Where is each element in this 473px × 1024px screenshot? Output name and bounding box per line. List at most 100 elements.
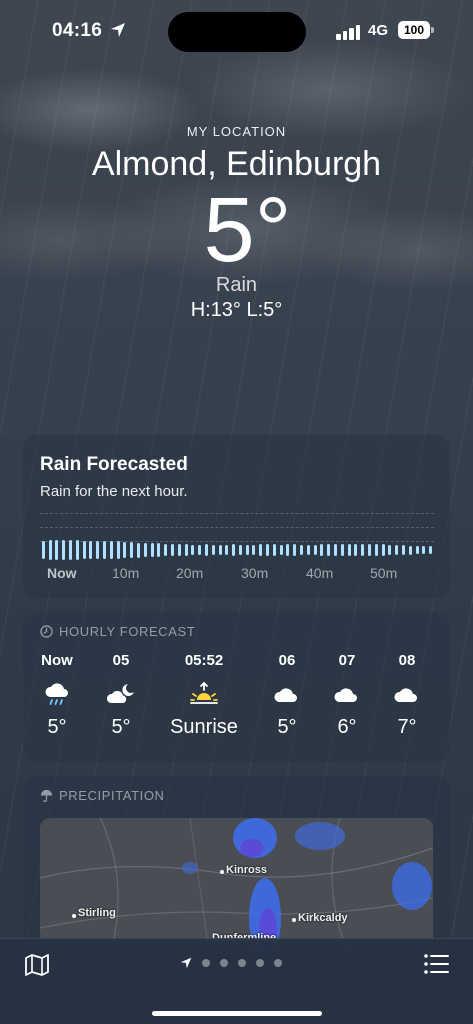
location-arrow-icon — [111, 23, 125, 37]
hourly-forecast-heading: HOURLY FORECAST — [40, 624, 195, 639]
clock-icon — [40, 625, 53, 638]
rain-intensity-bar — [259, 544, 263, 556]
rain-intensity-bar — [408, 545, 412, 555]
time-label-10m: 10m — [112, 565, 140, 581]
sunrise-icon — [190, 681, 218, 704]
rain-intensity-bar — [347, 543, 351, 557]
hour-temperature: 5° — [47, 716, 67, 738]
my-location-label: MY LOCATION — [186, 124, 287, 139]
current-temperature: 5° — [203, 179, 292, 281]
hourly-item: 05:52 Sunrise — [154, 652, 254, 739]
rain-intensity-bar — [191, 544, 195, 556]
rain-intensity-bar — [130, 542, 134, 558]
rain-intensity-bar — [266, 544, 270, 556]
rain-intensity-bar — [55, 540, 59, 560]
rain-intensity-bar — [225, 544, 229, 556]
hourly-item: 05 5° — [91, 652, 151, 739]
hour-label: 07 — [338, 652, 356, 669]
dynamic-island — [168, 12, 306, 52]
page-dot — [274, 959, 282, 967]
map-city-dot — [292, 918, 296, 922]
umbrella-icon — [40, 789, 53, 802]
rain-intensity-bar — [232, 544, 236, 556]
list-icon[interactable] — [423, 953, 449, 975]
rain-intensity-bar — [69, 540, 73, 560]
map-city-dot — [72, 914, 76, 918]
rain-intensity-bar — [252, 544, 256, 556]
condition-text: Rain — [215, 274, 258, 296]
rain-intensity-bar — [150, 543, 154, 557]
rain-intensity-bar — [198, 544, 202, 556]
rain-intensity-bar — [245, 544, 249, 556]
hourly-item: 06 5° — [257, 652, 317, 739]
rain-intensity-bar — [103, 540, 107, 560]
cloud-icon — [394, 688, 417, 702]
rain-intensity-bar — [89, 540, 93, 560]
hourly-forecast-label: HOURLY FORECAST — [59, 624, 196, 639]
home-indicator — [152, 1011, 322, 1016]
location-header: MY LOCATION Almond, Edinburgh 5° Rain H:… — [0, 124, 473, 322]
rain-intensity-bar — [204, 544, 208, 556]
map-label-kirkcaldy: Kirkcaldy — [298, 912, 348, 924]
rain-intensity-bar — [238, 544, 242, 556]
rain-intensity-bar — [327, 544, 331, 556]
sunrise-label: Sunrise — [170, 716, 238, 738]
rain-intensity-bar — [293, 544, 297, 556]
status-bar: 04:16 4G 100 — [0, 0, 473, 62]
rain-intensity-bar — [82, 540, 86, 560]
cloud-icon — [334, 688, 357, 702]
hour-label: 05:52 — [184, 652, 224, 669]
rain-intensity-bar — [177, 544, 181, 556]
rain-intensity-bar — [340, 543, 344, 557]
time-label-now: Now — [47, 565, 77, 581]
precipitation-heading: PRECIPITATION — [40, 788, 165, 803]
rain-intensity-bar — [218, 544, 222, 556]
page-indicator[interactable] — [180, 957, 282, 969]
bottom-toolbar — [0, 938, 473, 1024]
rain-intensity-bar — [62, 540, 66, 560]
rain-intensity-bar — [300, 544, 304, 556]
hour-label: 08 — [398, 652, 416, 669]
precipitation-map[interactable]: Kinross Stirling Kirkcaldy Dunfermline — [40, 818, 433, 951]
precipitation-card[interactable]: PRECIPITATION Kinross Stirling Kirkcaldy… — [23, 776, 450, 951]
rain-intensity-bar — [415, 545, 419, 555]
precipitation-label: PRECIPITATION — [59, 788, 165, 803]
time-label-20m: 20m — [176, 565, 204, 581]
hourly-item: Now 5° — [27, 652, 87, 739]
rain-intensity-bar — [48, 540, 52, 560]
rain-intensity-bar — [313, 544, 317, 556]
page-dot — [202, 959, 210, 967]
location-arrow-icon — [180, 957, 192, 969]
rain-intensity-chart — [40, 535, 434, 565]
rain-intensity-bar — [388, 544, 392, 556]
status-time: 04:16 — [52, 20, 103, 41]
battery-tip — [431, 27, 434, 33]
rain-forecast-card[interactable]: Rain Forecasted Rain for the next hour. … — [23, 435, 450, 598]
hour-temperature: 5° — [111, 716, 131, 738]
rain-intensity-bar — [272, 544, 276, 556]
rain-intensity-bar — [157, 543, 161, 557]
rain-intensity-bar — [123, 541, 127, 559]
time-label-40m: 40m — [306, 565, 334, 581]
moon-cloud-icon — [106, 684, 134, 703]
map-icon[interactable] — [24, 953, 50, 977]
network-type: 4G — [368, 22, 389, 39]
rain-forecast-title: Rain Forecasted — [40, 454, 188, 475]
rain-intensity-bar — [116, 541, 120, 559]
rain-intensity-bar — [361, 543, 365, 557]
rain-intensity-bar — [381, 544, 385, 556]
hourly-forecast-card[interactable]: HOURLY FORECAST Now 5° 05 5° 05:52 Sunri… — [23, 612, 450, 762]
hour-temperature: 6° — [337, 716, 357, 738]
rain-intensity-bar — [334, 543, 337, 557]
rain-intensity-bar — [401, 545, 405, 555]
high-low-text: H:13° L:5° — [190, 299, 283, 321]
time-label-50m: 50m — [370, 565, 398, 581]
rain-intensity-bar — [320, 544, 324, 556]
chart-gridline — [40, 527, 434, 528]
hour-label: 06 — [278, 652, 296, 669]
rain-intensity-bar — [41, 540, 45, 560]
rain-intensity-bar — [75, 540, 79, 560]
rain-intensity-bar — [137, 542, 140, 558]
rain-intensity-bar — [279, 544, 283, 556]
rain-cloud-icon — [45, 683, 68, 705]
